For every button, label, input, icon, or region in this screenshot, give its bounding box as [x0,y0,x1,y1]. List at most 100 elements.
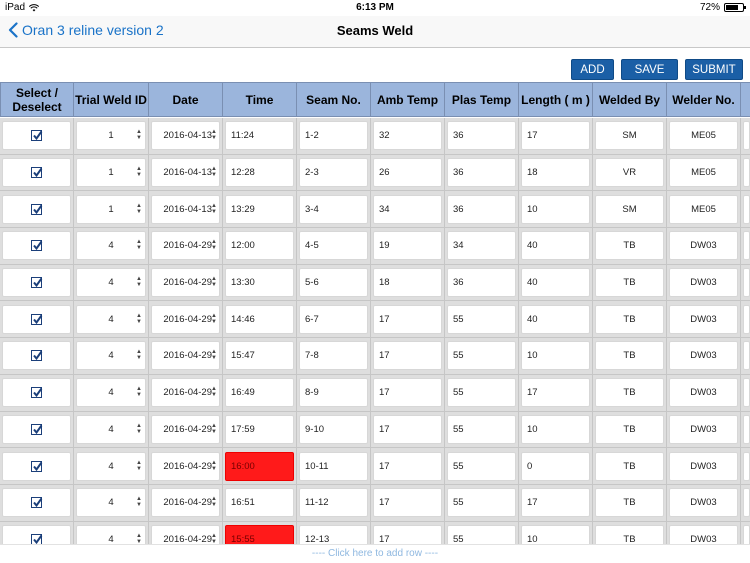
date-picker[interactable]: 2016-04-29 ▲ ▼ [151,378,220,408]
seam-no-field[interactable]: 10-11 [299,451,368,481]
row-checkbox[interactable] [31,203,43,215]
amb-temp-field[interactable]: 18 [373,268,442,298]
date-picker[interactable]: 2016-04-13 ▲ ▼ [151,194,220,224]
time-field[interactable]: 16:49 [225,378,294,408]
welder-no-field[interactable]: DW03 [669,524,738,544]
date-picker[interactable]: 2016-04-29 ▲ ▼ [151,268,220,298]
time-field[interactable]: 14:46 [225,304,294,334]
date-picker[interactable]: 2016-04-13 ▲ ▼ [151,158,220,188]
trial-weld-id-stepper[interactable]: 4 ▲ ▼ [76,231,146,261]
welded-by-field[interactable]: TB [595,524,664,544]
plas-temp-field[interactable]: 55 [447,414,516,444]
amb-temp-field[interactable]: 34 [373,194,442,224]
seam-no-field[interactable]: 6-7 [299,304,368,334]
welder-no-field[interactable]: DW03 [669,378,738,408]
welded-by-field[interactable]: SM [595,194,664,224]
welded-by-field[interactable]: SM [595,121,664,151]
time-field[interactable]: 15:55 [225,524,294,544]
time-field[interactable]: 16:51 [225,488,294,518]
date-picker[interactable]: 2016-04-29 ▲ ▼ [151,524,220,544]
trial-weld-id-stepper[interactable]: 4 ▲ ▼ [76,414,146,444]
add-button[interactable]: ADD [571,59,614,80]
welder-no-field[interactable]: DW03 [669,341,738,371]
trial-weld-id-stepper[interactable]: 4 ▲ ▼ [76,378,146,408]
date-picker[interactable]: 2016-04-29 ▲ ▼ [151,304,220,334]
welded-by-field[interactable]: TB [595,231,664,261]
trial-weld-id-stepper[interactable]: 1 ▲ ▼ [76,194,146,224]
time-field[interactable]: 13:29 [225,194,294,224]
row-checkbox[interactable] [31,350,43,362]
row-checkbox[interactable] [31,387,43,399]
trial-weld-id-stepper[interactable]: 4 ▲ ▼ [76,488,146,518]
amb-temp-field[interactable]: 17 [373,414,442,444]
amb-temp-field[interactable]: 32 [373,121,442,151]
welder-no-field[interactable]: DW03 [669,414,738,444]
time-field[interactable]: 12:00 [225,231,294,261]
welder-no-field[interactable]: DW03 [669,451,738,481]
date-picker[interactable]: 2016-04-29 ▲ ▼ [151,488,220,518]
time-field[interactable]: 11:24 [225,121,294,151]
seam-no-field[interactable]: 7-8 [299,341,368,371]
welder-no-field[interactable]: ME05 [669,158,738,188]
amb-temp-field[interactable]: 17 [373,451,442,481]
back-button[interactable]: Oran 3 reline version 2 [8,22,164,38]
plas-temp-field[interactable]: 36 [447,158,516,188]
length-field[interactable]: 17 [521,378,590,408]
amb-temp-field[interactable]: 19 [373,231,442,261]
seam-no-field[interactable]: 3-4 [299,194,368,224]
welded-by-field[interactable]: TB [595,451,664,481]
plas-temp-field[interactable]: 55 [447,378,516,408]
length-field[interactable]: 10 [521,341,590,371]
row-checkbox[interactable] [31,423,43,435]
seam-no-field[interactable]: 8-9 [299,378,368,408]
trial-weld-id-stepper[interactable]: 1 ▲ ▼ [76,158,146,188]
row-checkbox[interactable] [31,313,43,325]
submit-button[interactable]: SUBMIT [685,59,743,80]
welded-by-field[interactable]: TB [595,341,664,371]
date-picker[interactable]: 2016-04-29 ▲ ▼ [151,231,220,261]
length-field[interactable]: 40 [521,304,590,334]
time-field[interactable]: 13:30 [225,268,294,298]
seam-no-field[interactable]: 11-12 [299,488,368,518]
amb-temp-field[interactable]: 17 [373,341,442,371]
row-checkbox[interactable] [31,460,43,472]
plas-temp-field[interactable]: 55 [447,488,516,518]
add-row-link[interactable]: ---- Click here to add row ---- [0,544,750,563]
trial-weld-id-stepper[interactable]: 4 ▲ ▼ [76,524,146,544]
welder-no-field[interactable]: DW03 [669,304,738,334]
time-field[interactable]: 12:28 [225,158,294,188]
length-field[interactable]: 40 [521,231,590,261]
amb-temp-field[interactable]: 17 [373,304,442,334]
header-select[interactable]: Select / Deselect [0,82,74,117]
welder-no-field[interactable]: DW03 [669,231,738,261]
seam-no-field[interactable]: 12-13 [299,524,368,544]
seam-no-field[interactable]: 4-5 [299,231,368,261]
seam-no-field[interactable]: 9-10 [299,414,368,444]
length-field[interactable]: 17 [521,488,590,518]
row-checkbox[interactable] [31,167,43,179]
length-field[interactable]: 10 [521,194,590,224]
amb-temp-field[interactable]: 17 [373,524,442,544]
row-checkbox[interactable] [31,533,43,544]
welder-no-field[interactable]: ME05 [669,121,738,151]
time-field[interactable]: 17:59 [225,414,294,444]
seam-no-field[interactable]: 1-2 [299,121,368,151]
time-field[interactable]: 16:00 [225,451,294,481]
welded-by-field[interactable]: TB [595,268,664,298]
trial-weld-id-stepper[interactable]: 4 ▲ ▼ [76,304,146,334]
seam-no-field[interactable]: 5-6 [299,268,368,298]
length-field[interactable]: 18 [521,158,590,188]
trial-weld-id-stepper[interactable]: 4 ▲ ▼ [76,341,146,371]
seam-no-field[interactable]: 2-3 [299,158,368,188]
row-checkbox[interactable] [31,497,43,509]
trial-weld-id-stepper[interactable]: 4 ▲ ▼ [76,451,146,481]
amb-temp-field[interactable]: 26 [373,158,442,188]
welder-no-field[interactable]: DW03 [669,268,738,298]
date-picker[interactable]: 2016-04-29 ▲ ▼ [151,341,220,371]
row-checkbox[interactable] [31,130,43,142]
row-checkbox[interactable] [31,277,43,289]
row-checkbox[interactable] [31,240,43,252]
date-picker[interactable]: 2016-04-13 ▲ ▼ [151,121,220,151]
trial-weld-id-stepper[interactable]: 4 ▲ ▼ [76,268,146,298]
plas-temp-field[interactable]: 55 [447,304,516,334]
